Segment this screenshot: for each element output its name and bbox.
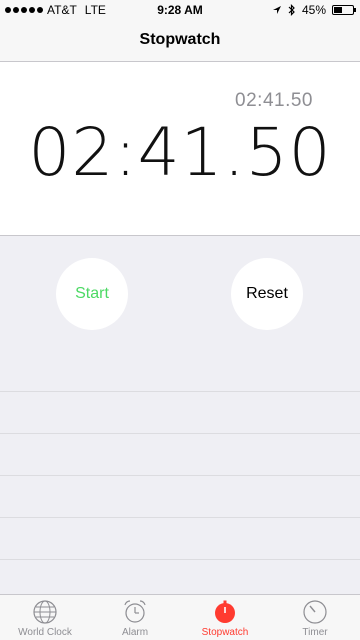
timer-display: 02:41.50 02:41.50	[0, 62, 360, 236]
tab-world-clock[interactable]: World Clock	[0, 595, 90, 640]
page-title: Stopwatch	[139, 31, 221, 48]
nav-bar: Stopwatch	[0, 20, 360, 62]
lap-list	[0, 350, 360, 594]
status-bar: AT&T LTE 9:28 AM 45%	[0, 0, 360, 20]
timer-icon	[303, 600, 327, 624]
reset-button[interactable]: Reset	[231, 258, 303, 330]
controls: Start Reset	[0, 236, 360, 356]
tab-label: World Clock	[18, 627, 72, 638]
tab-bar: World Clock Alarm Stopwatch Timer	[0, 594, 360, 640]
tab-label: Alarm	[121, 627, 149, 638]
lap-row	[0, 434, 360, 476]
lap-row	[0, 350, 360, 392]
globe-icon	[33, 600, 57, 624]
tab-timer[interactable]: Timer	[270, 595, 360, 640]
location-arrow-icon	[272, 6, 281, 14]
lap-row	[0, 392, 360, 434]
lap-row	[0, 476, 360, 518]
battery-fill	[334, 7, 343, 13]
bluetooth-icon	[288, 4, 295, 16]
stopwatch-icon	[215, 600, 235, 623]
start-button[interactable]: Start	[56, 258, 128, 330]
status-right: 45%	[272, 3, 356, 17]
main-time: 02:41.50	[28, 114, 332, 191]
tab-alarm[interactable]: Alarm	[90, 595, 180, 640]
tab-label: Stopwatch	[201, 627, 249, 638]
battery-percent: 45%	[301, 3, 326, 17]
battery-icon	[332, 5, 356, 15]
lap-time: 02:41.50	[235, 90, 313, 111]
alarm-clock-icon	[124, 600, 146, 623]
tab-label: Timer	[302, 627, 328, 638]
tab-stopwatch[interactable]: Stopwatch	[180, 595, 270, 640]
lap-row	[0, 518, 360, 560]
